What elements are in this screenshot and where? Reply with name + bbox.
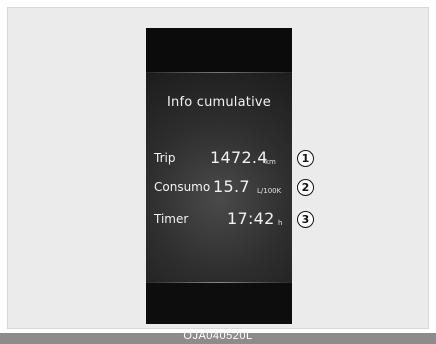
trip-label: Trip — [154, 151, 176, 165]
figure-code: OJA040520L — [183, 333, 253, 342]
info-title: Info cumulative — [166, 95, 271, 110]
callout-3-marker: 3 — [298, 212, 313, 227]
trip-value: 1472.4 — [210, 148, 268, 167]
figure-caption-bar: OJA040520L — [0, 333, 436, 344]
trip-row: Trip 1472.4 km — [146, 146, 292, 168]
timer-unit: h — [278, 219, 283, 227]
consumption-row: Consumo 15.7 L/100K — [146, 175, 292, 197]
timer-label: Timer — [154, 212, 189, 226]
consumption-value: 15.7 — [213, 177, 250, 196]
display-bottom-band — [146, 283, 292, 324]
consumption-unit: L/100K — [257, 187, 282, 195]
timer-row: Timer 17:42 h — [146, 207, 292, 229]
display-top-band — [146, 28, 292, 72]
consumption-label: Consumo — [154, 180, 211, 194]
callout-2-marker: 2 — [298, 180, 313, 195]
trip-unit: km — [265, 158, 276, 166]
callout-1-marker: 1 — [298, 151, 313, 166]
timer-value: 17:42 — [227, 209, 275, 228]
